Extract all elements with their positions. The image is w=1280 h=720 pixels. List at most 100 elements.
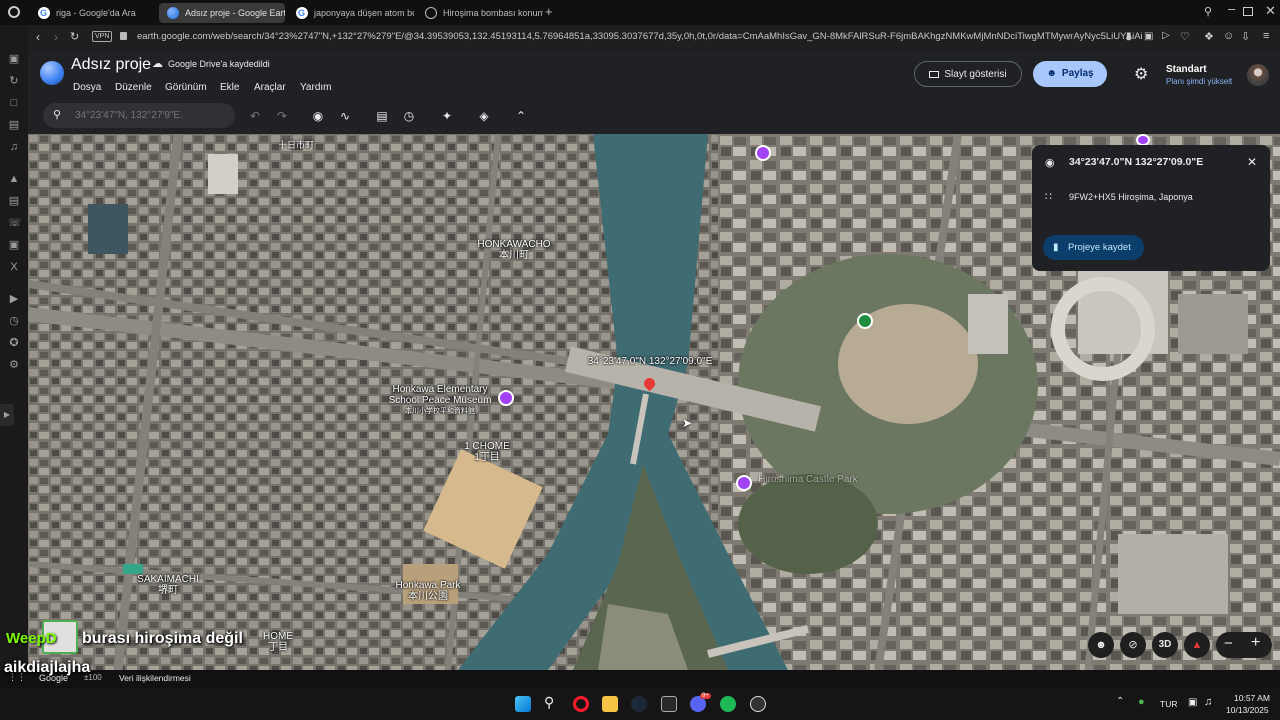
twitch-icon[interactable]: ▤: [8, 195, 20, 207]
send-icon[interactable]: ▷: [1162, 30, 1170, 41]
instagram-icon[interactable]: ▣: [8, 239, 20, 251]
clock-time[interactable]: 10:57 AM: [1234, 693, 1270, 703]
file-explorer-icon[interactable]: [602, 696, 618, 712]
poi-museum-icon[interactable]: [498, 390, 514, 406]
steam-icon[interactable]: [631, 696, 647, 712]
search-input[interactable]: [75, 108, 225, 123]
vpn-badge[interactable]: VPN: [92, 31, 113, 42]
whatsapp-icon[interactable]: ☏: [8, 217, 22, 229]
data-attribution-link[interactable]: Veri ilişkilendirmesi: [119, 673, 191, 683]
clock-icon[interactable]: ◷: [8, 315, 20, 327]
bag-icon[interactable]: □: [8, 97, 20, 109]
extensions-icon[interactable]: ✪: [8, 337, 20, 349]
microphone-icon[interactable]: ●: [1138, 696, 1145, 708]
poi-museum-icon[interactable]: [755, 145, 771, 161]
maximize-icon[interactable]: [1243, 7, 1253, 16]
x-icon[interactable]: X: [8, 261, 20, 273]
epic-games-icon[interactable]: [661, 696, 677, 712]
snapshot-icon[interactable]: ▣: [1144, 31, 1153, 42]
menu-araclar[interactable]: Araçlar: [254, 82, 286, 93]
redo-icon[interactable]: ↷: [274, 108, 290, 124]
tab-google-earth[interactable]: Adsız proje - Google Earth: [159, 3, 285, 23]
url-field[interactable]: earth.google.com/web/search/34°23%2747"N…: [137, 31, 1147, 42]
discord-badge: 9+: [700, 693, 711, 699]
wallet-icon[interactable]: ▤: [8, 119, 20, 131]
zoom-in-icon[interactable]: +: [1251, 634, 1260, 652]
plus-code-icon: ∷: [1045, 191, 1052, 203]
aria-icon[interactable]: ▲: [8, 173, 20, 185]
historical-imagery-icon[interactable]: ◷: [401, 108, 417, 124]
ruler-icon[interactable]: ▤: [374, 108, 390, 124]
menu-dosya[interactable]: Dosya: [73, 82, 101, 93]
voyager-icon[interactable]: ✦: [439, 108, 455, 124]
download-icon[interactable]: ⇩: [1241, 30, 1250, 43]
extensions-puzzle-icon[interactable]: ❖: [1204, 30, 1214, 43]
location-pin-icon: ◉: [1045, 157, 1055, 169]
volume-icon[interactable]: ♫: [1204, 696, 1212, 708]
new-tab-button[interactable]: +: [545, 4, 553, 19]
start-icon[interactable]: [515, 696, 531, 712]
player-icon[interactable]: ▶: [8, 293, 20, 305]
close-icon[interactable]: ✕: [1247, 155, 1257, 169]
spotify-icon[interactable]: [720, 696, 736, 712]
project-title[interactable]: Adsız proje: [71, 56, 151, 74]
lock-icon: [120, 32, 127, 40]
3d-toggle-button[interactable]: 3D: [1152, 632, 1178, 658]
zoom-controls: − +: [1216, 632, 1272, 658]
back-icon[interactable]: ‹: [36, 30, 40, 44]
tilt-toggle-icon[interactable]: ⊘: [1120, 632, 1146, 658]
upgrade-plan-link[interactable]: Planı şimdi yükselt: [1166, 77, 1232, 86]
draw-path-icon[interactable]: ∿: [337, 108, 353, 124]
compass-icon[interactable]: ▲: [1184, 632, 1210, 658]
network-icon[interactable]: ▣: [1188, 697, 1197, 708]
menu-duzenle[interactable]: Düzenle: [115, 82, 152, 93]
forward-icon[interactable]: ›: [54, 30, 58, 44]
browser-tab-bar: riga - Google'da Ara Adsız proje - Googl…: [0, 0, 1280, 25]
undo-icon[interactable]: ↶: [247, 108, 263, 124]
show-hidden-icons[interactable]: ⌃: [1116, 696, 1124, 707]
cloud-saved-icon: ☁: [152, 58, 163, 70]
menu-gorunum[interactable]: Görünüm: [165, 82, 207, 93]
tab-riga-search[interactable]: riga - Google'da Ara: [30, 3, 156, 23]
obs-icon[interactable]: [750, 696, 766, 712]
map-label-top: 十日市町: [278, 140, 315, 150]
menu-ekle[interactable]: Ekle: [220, 82, 239, 93]
profile-icon[interactable]: ☺: [1223, 30, 1234, 42]
tab-japonya-search[interactable]: japonyaya düşen atom bo…: [288, 3, 414, 23]
save-to-project-button[interactable]: ▮ Projeye kaydet: [1043, 235, 1144, 260]
slideshow-button[interactable]: Slayt gösterisi: [914, 61, 1022, 87]
messenger-icon[interactable]: ▣: [8, 53, 20, 65]
search-tabs-icon[interactable]: ⚲: [1204, 5, 1212, 18]
menu-icon[interactable]: ≡: [1263, 30, 1269, 42]
pegman-icon[interactable]: ☻: [1088, 632, 1114, 658]
poi-park-icon[interactable]: [857, 313, 873, 329]
search-icon[interactable]: ⚲: [544, 694, 554, 711]
earth-toolbar: ⚲ ↶ ↷ ◉ ∿ ▤ ◷ ✦ ◈ ⌃: [28, 98, 1280, 134]
settings-icon[interactable]: ⚙: [8, 359, 20, 371]
tab-hirosima[interactable]: Hiroşima bombası konum…: [417, 3, 543, 23]
bookmark-page-icon[interactable]: ▮: [1126, 31, 1132, 42]
music-icon[interactable]: ♫: [8, 141, 20, 153]
menu-yardim[interactable]: Yardım: [300, 82, 332, 93]
collapse-toolbar-icon[interactable]: ⌃: [513, 108, 529, 124]
search-box: ⚲: [43, 103, 235, 128]
browser-logo-icon[interactable]: [8, 6, 20, 18]
clock-date[interactable]: 10/13/2025: [1226, 705, 1269, 715]
reload-icon[interactable]: ↻: [70, 30, 79, 43]
history-icon[interactable]: ↻: [8, 75, 20, 87]
map-label-sakaimachi: SAKAIMACHI 堺町: [137, 574, 199, 596]
sidebar-expand-icon[interactable]: ▶: [0, 404, 14, 426]
zoom-out-icon[interactable]: −: [1224, 635, 1233, 652]
close-window-icon[interactable]: ✕: [1265, 3, 1276, 19]
poi-museum-icon[interactable]: [736, 475, 752, 491]
language-indicator[interactable]: TUR: [1160, 699, 1177, 709]
share-button[interactable]: ☻ Paylaş: [1033, 61, 1107, 87]
opera-icon[interactable]: [573, 696, 589, 712]
settings-gear-icon[interactable]: ⚙: [1134, 64, 1148, 84]
minimize-icon[interactable]: –: [1228, 1, 1235, 16]
google-earth-logo-icon[interactable]: [40, 61, 64, 85]
avatar[interactable]: [1247, 64, 1269, 86]
add-placemark-icon[interactable]: ◉: [310, 108, 326, 124]
layers-icon[interactable]: ◈: [476, 108, 492, 124]
heart-icon[interactable]: ♡: [1180, 30, 1190, 43]
